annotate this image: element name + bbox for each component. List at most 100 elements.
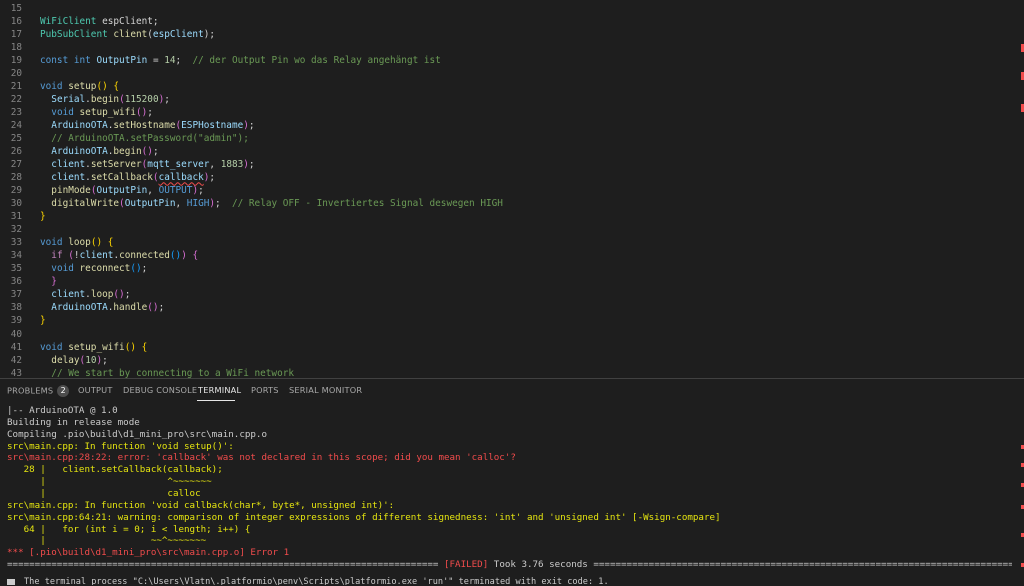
code-line[interactable]: 43 // We start by connecting to a WiFi n… bbox=[0, 367, 1010, 378]
editor-scrollbar[interactable] bbox=[1010, 0, 1024, 378]
code-token: client bbox=[51, 289, 85, 300]
code-text: void setup() { bbox=[40, 80, 119, 93]
terminal-line: Building in release mode bbox=[7, 417, 1012, 429]
code-token bbox=[40, 289, 51, 300]
code-text: } bbox=[40, 314, 46, 327]
code-line[interactable]: 33void loop() { bbox=[0, 236, 1010, 249]
code-line[interactable]: 20 bbox=[0, 67, 1010, 80]
line-number: 35 bbox=[0, 262, 22, 275]
tab-debug-console[interactable]: DEBUG CONSOLE bbox=[123, 385, 197, 395]
code-token: // We start by connecting to a WiFi netw… bbox=[51, 368, 294, 378]
code-token: loop bbox=[91, 289, 114, 300]
code-line[interactable]: 40 bbox=[0, 328, 1010, 341]
line-number: 21 bbox=[0, 80, 22, 93]
code-token: ; bbox=[249, 159, 255, 170]
code-token bbox=[40, 120, 51, 131]
tab-problems[interactable]: PROBLEMS2 bbox=[7, 385, 69, 397]
code-line[interactable]: 19const int OutputPin = 14; // der Outpu… bbox=[0, 54, 1010, 67]
code-token: ; bbox=[159, 302, 165, 313]
code-editor[interactable]: 1516WiFiClient espClient;17PubSubClient … bbox=[0, 0, 1024, 378]
code-token: setup_wifi bbox=[68, 342, 124, 353]
error-squiggle: callback bbox=[159, 172, 204, 183]
line-number: 17 bbox=[0, 28, 22, 41]
code-line[interactable]: 23 void setup_wifi(); bbox=[0, 106, 1010, 119]
code-line[interactable]: 42 delay(10); bbox=[0, 354, 1010, 367]
code-line[interactable]: 35 void reconnect(); bbox=[0, 262, 1010, 275]
code-line[interactable]: 24 ArduinoOTA.setHostname(ESPHostname); bbox=[0, 119, 1010, 132]
code-token bbox=[40, 185, 51, 196]
terminal-line: | ~~^~~~~~~~ bbox=[7, 535, 1012, 547]
line-number: 31 bbox=[0, 210, 22, 223]
terminal-line: src\main.cpp:64:21: warning: comparison … bbox=[7, 512, 1012, 524]
line-number: 38 bbox=[0, 301, 22, 314]
code-token: ; bbox=[176, 55, 193, 66]
code-token bbox=[40, 368, 51, 378]
code-token: 14 bbox=[164, 55, 175, 66]
code-line[interactable]: 17PubSubClient client(espClient); bbox=[0, 28, 1010, 41]
code-token bbox=[40, 94, 51, 105]
panel-tabs: PROBLEMS2 OUTPUT DEBUG CONSOLE TERMINAL … bbox=[0, 379, 1024, 403]
code-text: void setup_wifi() { bbox=[40, 341, 147, 354]
code-token: 10 bbox=[85, 355, 96, 366]
code-token: ; bbox=[125, 289, 131, 300]
code-token: { bbox=[113, 81, 119, 92]
code-line[interactable]: 34 if (!client.connected()) { bbox=[0, 249, 1010, 262]
code-line[interactable]: 28 client.setCallback(callback); bbox=[0, 171, 1010, 184]
code-line[interactable]: 22 Serial.begin(115200); bbox=[0, 93, 1010, 106]
code-line[interactable]: 30 digitalWrite(OutputPin, HIGH); // Rel… bbox=[0, 197, 1010, 210]
code-line[interactable]: 27 client.setServer(mqtt_server, 1883); bbox=[0, 158, 1010, 171]
tab-ports[interactable]: PORTS bbox=[251, 385, 279, 395]
code-token: PubSubClient bbox=[40, 29, 108, 40]
code-token: client bbox=[51, 159, 85, 170]
code-text: // ArduinoOTA.setPassword("admin"); bbox=[40, 132, 249, 145]
code-token: handle bbox=[113, 302, 147, 313]
code-line[interactable]: 41void setup_wifi() { bbox=[0, 341, 1010, 354]
code-token: setup_wifi bbox=[80, 107, 136, 118]
code-line[interactable]: 25 // ArduinoOTA.setPassword("admin"); bbox=[0, 132, 1010, 145]
code-token bbox=[40, 133, 51, 144]
code-line[interactable]: 16WiFiClient espClient; bbox=[0, 15, 1010, 28]
line-number: 18 bbox=[0, 41, 22, 54]
terminal-line: Compiling .pio\build\d1_mini_pro\src\mai… bbox=[7, 429, 1012, 441]
code-line[interactable]: 39} bbox=[0, 314, 1010, 327]
code-line[interactable]: 26 ArduinoOTA.begin(); bbox=[0, 145, 1010, 158]
code-token: ArduinoOTA bbox=[51, 120, 107, 131]
code-line[interactable]: 18 bbox=[0, 41, 1010, 54]
code-token: OutputPin bbox=[96, 55, 147, 66]
code-token: void bbox=[51, 263, 74, 274]
code-token bbox=[40, 250, 51, 261]
build-summary-line: ========================================… bbox=[7, 559, 1012, 571]
tab-terminal[interactable]: TERMINAL bbox=[198, 385, 241, 395]
code-line[interactable]: 37 client.loop(); bbox=[0, 288, 1010, 301]
code-token: void bbox=[40, 81, 63, 92]
code-line[interactable]: 32 bbox=[0, 223, 1010, 236]
code-token: OutputPin bbox=[96, 185, 147, 196]
tab-output[interactable]: OUTPUT bbox=[78, 385, 113, 395]
code-token: ); bbox=[204, 29, 215, 40]
code-line[interactable]: 29 pinMode(OutputPin, OUTPUT); bbox=[0, 184, 1010, 197]
code-token bbox=[40, 172, 51, 183]
line-number: 29 bbox=[0, 184, 22, 197]
code-line[interactable]: 36 } bbox=[0, 275, 1010, 288]
code-text: const int OutputPin = 14; // der Output … bbox=[40, 54, 441, 67]
code-line[interactable]: 15 bbox=[0, 2, 1010, 15]
tab-serial-monitor[interactable]: SERIAL MONITOR bbox=[289, 385, 362, 395]
active-tab-indicator bbox=[197, 400, 235, 401]
code-token: int bbox=[74, 55, 91, 66]
code-token: const bbox=[40, 55, 68, 66]
code-token: 1883 bbox=[221, 159, 244, 170]
code-token: digitalWrite bbox=[51, 198, 119, 209]
code-token: ; bbox=[249, 120, 255, 131]
code-line[interactable]: 38 ArduinoOTA.handle(); bbox=[0, 301, 1010, 314]
code-text: void reconnect(); bbox=[40, 262, 147, 275]
code-token: () bbox=[147, 302, 158, 313]
code-token: { bbox=[193, 250, 199, 261]
code-token: HIGH bbox=[187, 198, 210, 209]
code-token: void bbox=[40, 237, 63, 248]
code-token: } bbox=[51, 276, 57, 287]
code-line[interactable]: 31} bbox=[0, 210, 1010, 223]
code-line[interactable]: 21 void setup() { bbox=[0, 80, 1010, 93]
code-text: pinMode(OutputPin, OUTPUT); bbox=[40, 184, 204, 197]
code-text: delay(10); bbox=[40, 354, 108, 367]
code-token bbox=[40, 198, 51, 209]
